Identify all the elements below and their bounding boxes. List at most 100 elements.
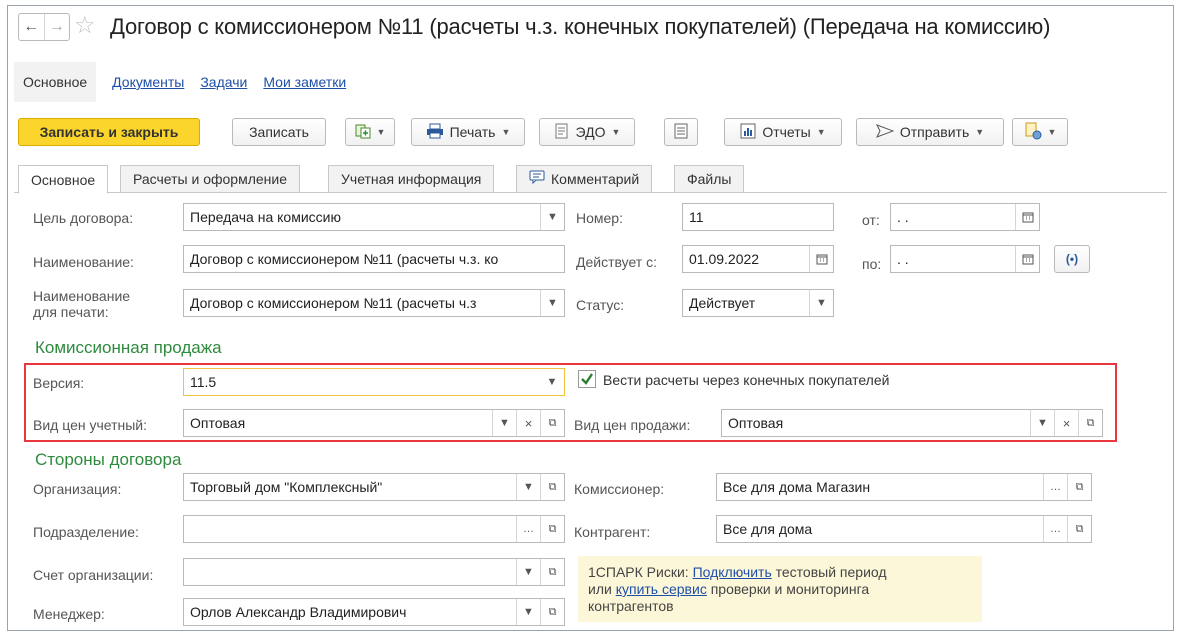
number-label: Номер:: [576, 210, 623, 226]
chevron-down-icon[interactable]: ▼: [516, 474, 540, 500]
manager-label: Менеджер:: [33, 606, 105, 622]
purpose-value: Передача на комиссию: [190, 209, 341, 225]
open-icon[interactable]: ⧉: [540, 516, 564, 542]
signal-button[interactable]: (•): [1054, 245, 1090, 273]
chevron-down-icon[interactable]: ▼: [516, 599, 540, 625]
open-icon[interactable]: ⧉: [540, 559, 564, 585]
status-label: Статус:: [576, 297, 625, 313]
tab-accounting[interactable]: Учетная информация: [328, 165, 495, 193]
save-and-close-button[interactable]: Записать и закрыть: [18, 118, 200, 146]
tab-main[interactable]: Основное: [18, 165, 109, 194]
org-select[interactable]: Торговый дом "Комплексный" ▼ ⧉: [183, 473, 565, 501]
open-icon[interactable]: ⧉: [540, 410, 564, 436]
dept-select[interactable]: … ⧉: [183, 515, 565, 543]
print-label: Печать: [449, 124, 496, 140]
spark-suffix: проверки и мониторинга: [706, 581, 870, 597]
edo-button[interactable]: ЭДО ▼: [539, 118, 635, 146]
reports-button[interactable]: Отчеты ▼: [724, 118, 842, 146]
from-label: от:: [862, 212, 880, 228]
chevron-down-icon: ▼: [1047, 127, 1057, 137]
manager-select[interactable]: Орлов Александр Владимирович ▼ ⧉: [183, 598, 565, 626]
calendar-icon[interactable]: [809, 246, 833, 272]
save-button[interactable]: Записать: [232, 118, 326, 146]
favorite-star-icon[interactable]: ☆: [74, 12, 96, 40]
chevron-down-icon[interactable]: ▼: [540, 204, 564, 230]
agent-select[interactable]: Все для дома Магазин … ⧉: [716, 473, 1092, 501]
spark-connect-link[interactable]: Подключить: [693, 564, 772, 580]
name-label: Наименование:: [33, 254, 134, 270]
print-name-input[interactable]: Договор с комиссионером №11 (расчеты ч.з…: [183, 289, 565, 317]
counterparty-select[interactable]: Все для дома … ⧉: [716, 515, 1092, 543]
spark-buy-link[interactable]: купить сервис: [616, 581, 707, 597]
dept-label: Подразделение:: [33, 524, 139, 540]
list-document-icon: [674, 123, 688, 142]
purpose-select[interactable]: Передача на комиссию ▼: [183, 203, 565, 231]
spark-or: или: [588, 581, 616, 597]
print-button[interactable]: Печать ▼: [411, 118, 525, 146]
forward-arrow-icon[interactable]: →: [43, 14, 70, 40]
chevron-down-icon: ▼: [975, 127, 985, 137]
nav-documents[interactable]: Документы: [112, 74, 184, 90]
final-buyers-label[interactable]: Вести расчеты через конечных покупателей: [603, 372, 889, 388]
clear-icon[interactable]: ×: [516, 410, 540, 436]
ellipsis-icon[interactable]: …: [1043, 474, 1067, 500]
ellipsis-icon[interactable]: …: [1043, 516, 1067, 542]
valid-from-label: Действует с:: [576, 254, 657, 270]
tab-comment[interactable]: Комментарий: [516, 165, 653, 193]
chevron-down-icon[interactable]: ▼: [809, 290, 833, 316]
to-date-value: . .: [897, 251, 909, 267]
tab-files[interactable]: Файлы: [674, 165, 745, 193]
signal-broadcast-icon: (•): [1065, 252, 1079, 266]
name-value: Договор с комиссионером №11 (расчеты ч.з…: [190, 251, 499, 267]
price-acc-select[interactable]: Оптовая ▼ × ⧉: [183, 409, 565, 437]
open-icon[interactable]: ⧉: [1067, 474, 1091, 500]
chevron-down-icon[interactable]: ▼: [1030, 410, 1054, 436]
valid-from-input[interactable]: 01.09.2022: [682, 245, 834, 273]
clear-icon[interactable]: ×: [1054, 410, 1078, 436]
chevron-down-icon[interactable]: ▼: [492, 410, 516, 436]
chevron-down-icon[interactable]: ▼: [540, 369, 564, 395]
reports-icon: [740, 123, 756, 142]
number-input[interactable]: 11: [682, 203, 834, 231]
window-title: Договор с комиссионером №11 (расчеты ч.з…: [110, 14, 1051, 39]
status-value: Действует: [689, 295, 756, 311]
chevron-down-icon[interactable]: ▼: [516, 559, 540, 585]
spark-risks-banner: 1СПАРК Риски: Подключить тестовый период…: [578, 556, 982, 622]
from-date-input[interactable]: . .: [890, 203, 1040, 231]
open-icon[interactable]: ⧉: [1067, 516, 1091, 542]
structure-button[interactable]: [664, 118, 698, 146]
send-button[interactable]: Отправить ▼: [856, 118, 1004, 146]
to-date-input[interactable]: . .: [890, 245, 1040, 273]
print-name-label-line2: для печати:: [33, 304, 109, 320]
calendar-icon[interactable]: [1015, 246, 1039, 272]
create-based-on-button[interactable]: ▼: [345, 118, 395, 146]
nav-notes[interactable]: Мои заметки: [263, 74, 346, 90]
version-select[interactable]: 11.5 ▼: [183, 368, 565, 396]
account-select[interactable]: ▼ ⧉: [183, 558, 565, 586]
status-select[interactable]: Действует ▼: [682, 289, 834, 317]
open-icon[interactable]: ⧉: [540, 474, 564, 500]
open-icon[interactable]: ⧉: [540, 599, 564, 625]
final-buyers-checkbox[interactable]: [578, 370, 596, 388]
print-name-label-line1: Наименование: [33, 288, 131, 304]
tab-main-label: Основное: [31, 171, 96, 188]
name-input[interactable]: Договор с комиссионером №11 (расчеты ч.з…: [183, 245, 565, 273]
chevron-down-icon[interactable]: ▼: [540, 290, 564, 316]
nav-main[interactable]: Основное: [14, 62, 97, 102]
calendar-icon[interactable]: [1015, 204, 1039, 230]
attachments-button[interactable]: ▼: [1012, 118, 1068, 146]
edo-icon: [554, 123, 570, 142]
tab-payments[interactable]: Расчеты и оформление: [120, 165, 300, 193]
price-acc-value: Оптовая: [190, 415, 246, 431]
from-date-value: . .: [897, 209, 909, 225]
document-window: ← → ☆ Договор с комиссионером №11 (расче…: [7, 5, 1174, 631]
nav-tasks[interactable]: Задачи: [200, 74, 247, 90]
open-icon[interactable]: ⧉: [1078, 410, 1102, 436]
price-sale-select[interactable]: Оптовая ▼ × ⧉: [721, 409, 1103, 437]
ellipsis-icon[interactable]: …: [516, 516, 540, 542]
price-sale-value: Оптовая: [728, 415, 784, 431]
chevron-down-icon: ▼: [376, 127, 386, 137]
price-acc-label: Вид цен учетный:: [33, 417, 148, 433]
back-arrow-icon[interactable]: ←: [19, 14, 44, 40]
version-value: 11.5: [190, 374, 217, 390]
